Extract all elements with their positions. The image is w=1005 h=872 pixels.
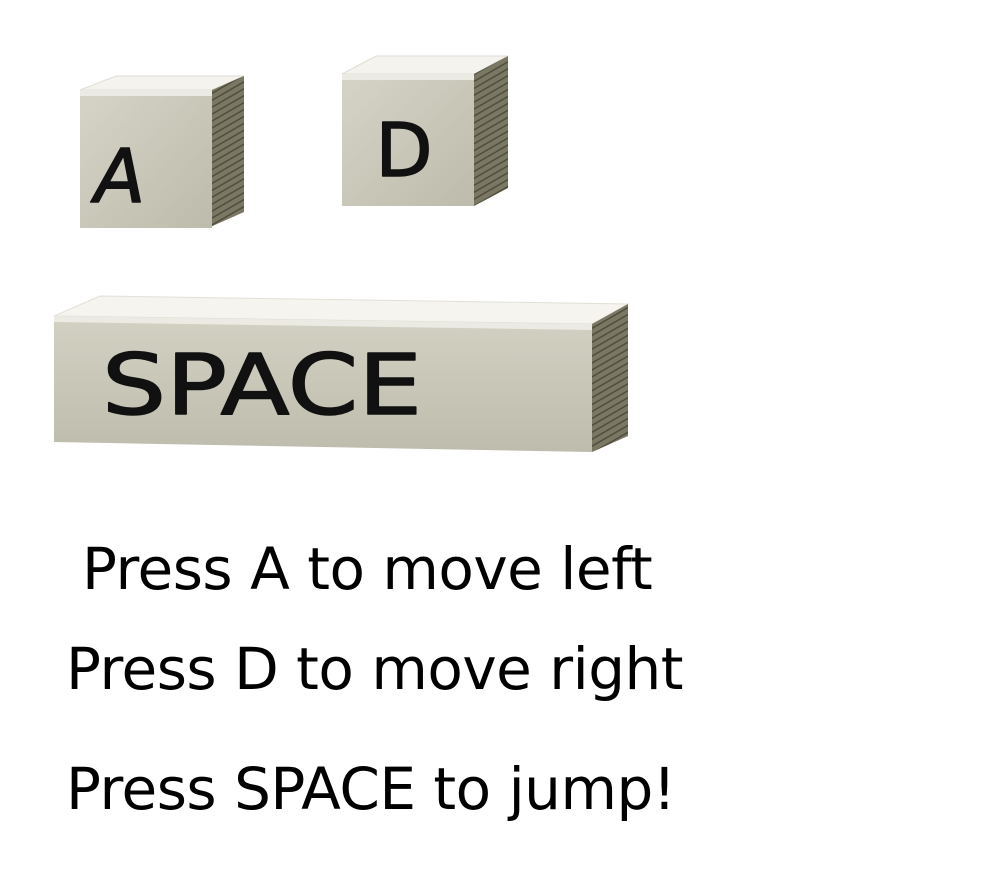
d-key-graphic: D <box>341 55 509 206</box>
instruction-jump: Press SPACE to jump! <box>66 755 676 823</box>
space-key: SPACE <box>50 294 632 456</box>
a-key-graphic: A <box>79 75 245 228</box>
space-key-graphic: SPACE <box>53 295 630 452</box>
d-key-label: D <box>376 108 433 194</box>
instruction-move-right: Press D to move right <box>66 635 684 703</box>
d-key: D <box>340 54 512 210</box>
instruction-move-left: Press A to move left <box>82 535 653 603</box>
a-key: A <box>76 74 248 230</box>
space-key-label: SPACE <box>102 336 422 434</box>
